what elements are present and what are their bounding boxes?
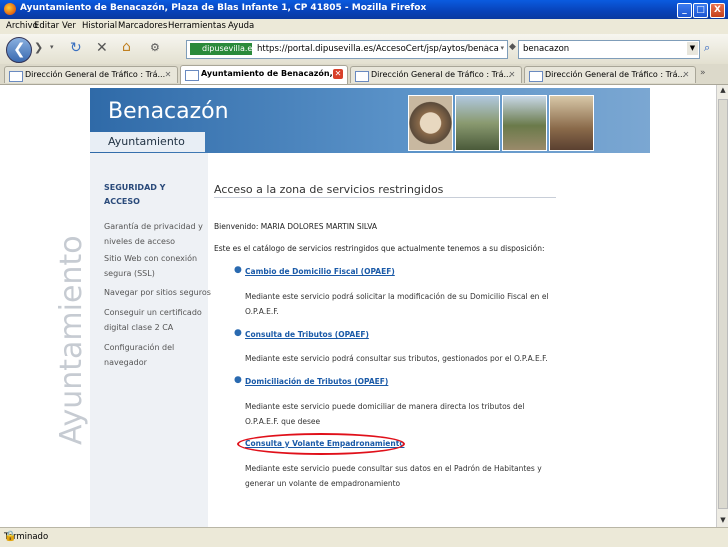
- church-door-photo: [549, 95, 594, 151]
- plaza-photo: [455, 95, 500, 151]
- window-title-bar: Ayuntamiento de Benacazón, Plaza de Blas…: [0, 0, 728, 19]
- tab-favicon-icon: [185, 70, 199, 81]
- menu-ver[interactable]: Ver: [62, 21, 76, 31]
- tab-bar: Dirección General de Tráfico : Trá... ✕ …: [0, 64, 728, 85]
- search-go-icon[interactable]: ⌕: [704, 41, 710, 55]
- sidebar-heading-2: ACCESO: [104, 197, 140, 206]
- service-description: Mediante este servicio puede domiciliar …: [245, 402, 525, 426]
- service-link-consulta-tributos[interactable]: Consulta de Tributos (OPAEF): [245, 330, 369, 339]
- sidebar-heading: SEGURIDAD Y: [104, 183, 166, 192]
- tab-dgt-2[interactable]: Dirección General de Tráfico : Trá... ✕: [350, 66, 522, 83]
- bullet-icon: ●: [234, 328, 242, 338]
- tab-label: Ayuntamiento de Benacazón,...: [201, 69, 342, 78]
- scroll-thumb[interactable]: [718, 99, 728, 509]
- search-input[interactable]: benacazon ▼: [518, 40, 700, 59]
- minimize-button[interactable]: _: [677, 3, 692, 18]
- tab-close-icon[interactable]: ✕: [681, 70, 691, 80]
- page-title: Acceso a la zona de servicios restringid…: [214, 183, 444, 196]
- scroll-up-icon[interactable]: ▲: [718, 86, 728, 96]
- site-subtitle-box: Ayuntamiento: [90, 132, 205, 152]
- tab-label: Dirección General de Tráfico : Trá...: [25, 70, 166, 79]
- menu-historial[interactable]: Historial: [82, 21, 117, 31]
- watermark-text: Ayuntamiento: [54, 235, 89, 445]
- menu-ayuda[interactable]: Ayuda: [228, 21, 254, 31]
- service-description: Mediante este servicio puede consultar s…: [245, 464, 542, 488]
- navigation-toolbar: ❮ ❯ ▾ ↻ ✕ ⌂ ⚙ dipusevilla.es https://por…: [0, 34, 728, 65]
- tab-ayuntamiento[interactable]: Ayuntamiento de Benacazón,... ✕: [180, 65, 348, 84]
- site-title: Benacazón: [108, 99, 229, 124]
- url-dropdown-icon[interactable]: ▾: [500, 44, 504, 52]
- address-bar[interactable]: dipusevilla.es https://portal.dipusevill…: [186, 40, 508, 59]
- tab-label: Dirección General de Tráfico : Trá...: [371, 70, 512, 79]
- site-subtitle: Ayuntamiento: [108, 135, 185, 148]
- scroll-down-icon[interactable]: ▼: [718, 516, 728, 526]
- bullet-icon: ●: [234, 265, 242, 275]
- tab-scroll-icon[interactable]: »: [700, 68, 706, 78]
- tab-close-icon[interactable]: ✕: [163, 70, 173, 80]
- menu-editar[interactable]: Editar: [34, 21, 59, 31]
- tab-favicon-icon: [9, 71, 23, 82]
- home-icon[interactable]: ⌂: [122, 39, 131, 55]
- menu-herramientas[interactable]: Herramientas: [168, 21, 226, 31]
- tab-close-icon[interactable]: ✕: [507, 70, 517, 80]
- tab-dgt-1[interactable]: Dirección General de Tráfico : Trá... ✕: [4, 66, 178, 83]
- sidebar-item-ssl[interactable]: Sitio Web con conexión segura (SSL): [104, 251, 197, 281]
- sidebar-item-sitios-seguros[interactable]: Navegar por sitios seguros: [104, 285, 211, 300]
- firefox-icon: [4, 3, 16, 15]
- intro-text: Este es el catálogo de servicios restrin…: [214, 244, 545, 253]
- service-link-domiciliacion[interactable]: Domiciliación de Tributos (OPAEF): [245, 377, 388, 386]
- close-button[interactable]: X: [710, 3, 725, 18]
- bookmark-star-icon[interactable]: ☆: [481, 42, 491, 55]
- window-title: Ayuntamiento de Benacazón, Plaza de Blas…: [20, 3, 427, 13]
- site-identity-badge[interactable]: dipusevilla.es: [190, 43, 256, 55]
- history-dropdown-icon[interactable]: ▾: [50, 43, 54, 51]
- search-value[interactable]: benacazon: [523, 44, 569, 54]
- menu-marcadores[interactable]: Marcadores: [118, 21, 167, 31]
- service-description: Mediante este servicio podrá consultar s…: [245, 354, 548, 363]
- search-dropdown-icon[interactable]: ▼: [687, 42, 698, 55]
- vertical-scrollbar[interactable]: ▲ ▼: [716, 85, 728, 527]
- sidebar-item-privacidad[interactable]: Garantía de privacidad y niveles de acces…: [104, 219, 203, 249]
- tab-favicon-icon: [529, 71, 543, 82]
- status-bar: Terminado 🔒: [0, 527, 728, 547]
- addon-icon[interactable]: ⚙: [150, 41, 160, 54]
- highlight-circle: [237, 433, 405, 455]
- sidebar-item-navegador[interactable]: Configuración del navegador: [104, 340, 174, 370]
- title-divider: [214, 197, 556, 198]
- service-description: Mediante este servicio podrá solicitar l…: [245, 292, 549, 316]
- reload-icon[interactable]: ↻: [70, 40, 82, 56]
- stop-icon[interactable]: ✕: [96, 40, 108, 56]
- lock-icon[interactable]: 🔒: [4, 531, 714, 542]
- coat-of-arms-image: [408, 95, 453, 151]
- maximize-button[interactable]: □: [693, 3, 708, 18]
- tab-label: Dirección General de Tráfico : Trá...: [545, 70, 686, 79]
- page-content: Ayuntamiento Benacazón Ayuntamiento SEGU…: [0, 85, 716, 527]
- bullet-icon: ●: [234, 375, 242, 385]
- welcome-text: Bienvenido: MARIA DOLORES MARTIN SILVA: [214, 222, 378, 231]
- sidebar-item-certificado[interactable]: Conseguir un certificado digital clase 2 …: [104, 305, 202, 335]
- tab-dgt-3[interactable]: Dirección General de Tráfico : Trá... ✕: [524, 66, 696, 83]
- olive-field-photo: [502, 95, 547, 151]
- back-arrow-icon: ❮: [13, 40, 26, 58]
- menu-archivo[interactable]: Archivo: [6, 21, 38, 31]
- tab-close-icon[interactable]: ✕: [333, 69, 343, 79]
- search-engine-icon[interactable]: ◆: [509, 42, 516, 52]
- url-text[interactable]: https://portal.dipusevilla.es/AccesoCert…: [257, 44, 499, 54]
- forward-button[interactable]: ❯: [34, 41, 43, 54]
- service-link-domicilio-fiscal[interactable]: Cambio de Domicilio Fiscal (OPAEF): [245, 267, 395, 276]
- back-button[interactable]: ❮: [6, 37, 32, 63]
- tab-favicon-icon: [355, 71, 369, 82]
- menu-bar: Archivo Editar Ver Historial Marcadores …: [0, 19, 728, 34]
